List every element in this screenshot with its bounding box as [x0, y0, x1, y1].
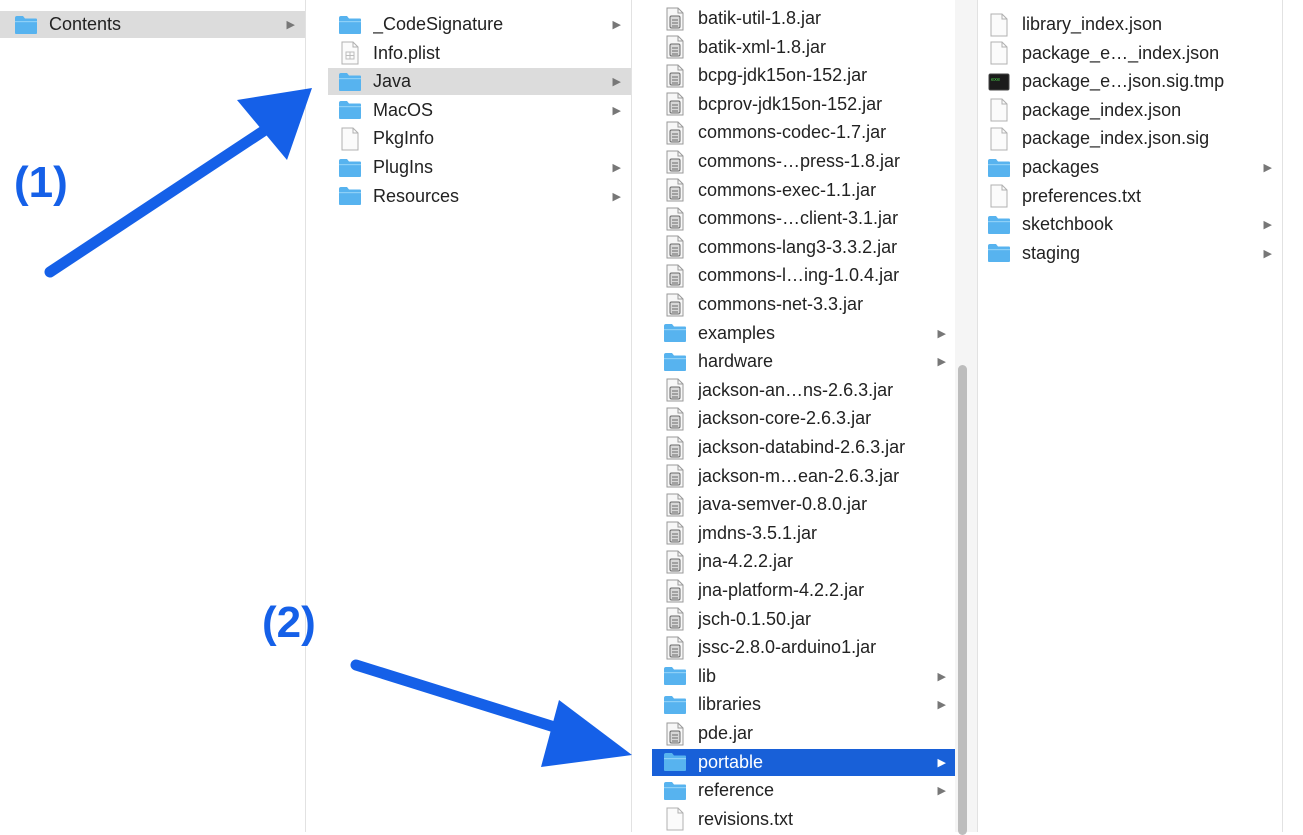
annotation-arrow-2	[350, 659, 632, 767]
annotation-label-2: (2)	[262, 598, 316, 647]
annotation-arrows	[44, 88, 632, 767]
annotation-arrow-1	[44, 88, 312, 278]
annotation-label-1: (1)	[14, 158, 68, 207]
